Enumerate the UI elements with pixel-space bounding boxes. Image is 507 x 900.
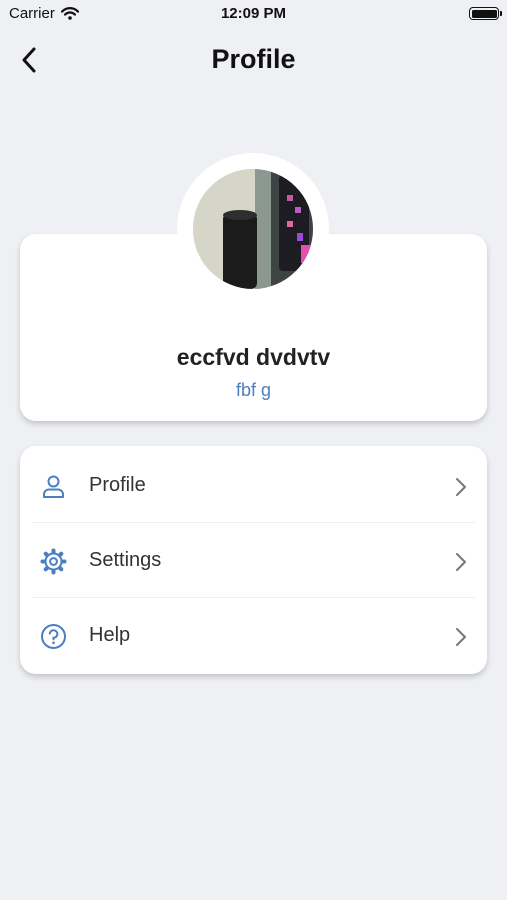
navigation-bar: Profile bbox=[0, 30, 507, 90]
user-icon bbox=[43, 475, 64, 498]
menu-card: Profile Settings Help bbox=[20, 446, 487, 674]
status-time: 12:09 PM bbox=[220, 5, 287, 22]
menu-item-profile[interactable]: Profile bbox=[20, 448, 487, 523]
help-circle-icon bbox=[41, 624, 66, 649]
page-title: Profile bbox=[211, 44, 296, 74]
avatar[interactable] bbox=[193, 169, 313, 289]
chevron-right-icon bbox=[456, 553, 466, 571]
user-handle: fbf g bbox=[235, 380, 272, 400]
menu-item-label: Help bbox=[89, 624, 131, 646]
back-button[interactable] bbox=[12, 42, 46, 78]
user-name: eccfvd dvdvtv bbox=[176, 344, 331, 370]
chevron-right-icon bbox=[456, 628, 466, 646]
avatar-frame bbox=[177, 153, 329, 305]
menu-item-help[interactable]: Help bbox=[20, 598, 487, 673]
gear-icon bbox=[40, 548, 67, 575]
menu-item-label: Settings bbox=[89, 549, 162, 571]
status-bar: Carrier 12:09 PM bbox=[0, 0, 507, 30]
menu-item-label: Profile bbox=[89, 474, 146, 496]
chevron-left-icon bbox=[22, 47, 36, 73]
avatar-photo bbox=[193, 169, 313, 289]
battery-icon bbox=[469, 7, 502, 20]
menu-item-settings[interactable]: Settings bbox=[20, 523, 487, 598]
chevron-right-icon bbox=[456, 478, 466, 496]
